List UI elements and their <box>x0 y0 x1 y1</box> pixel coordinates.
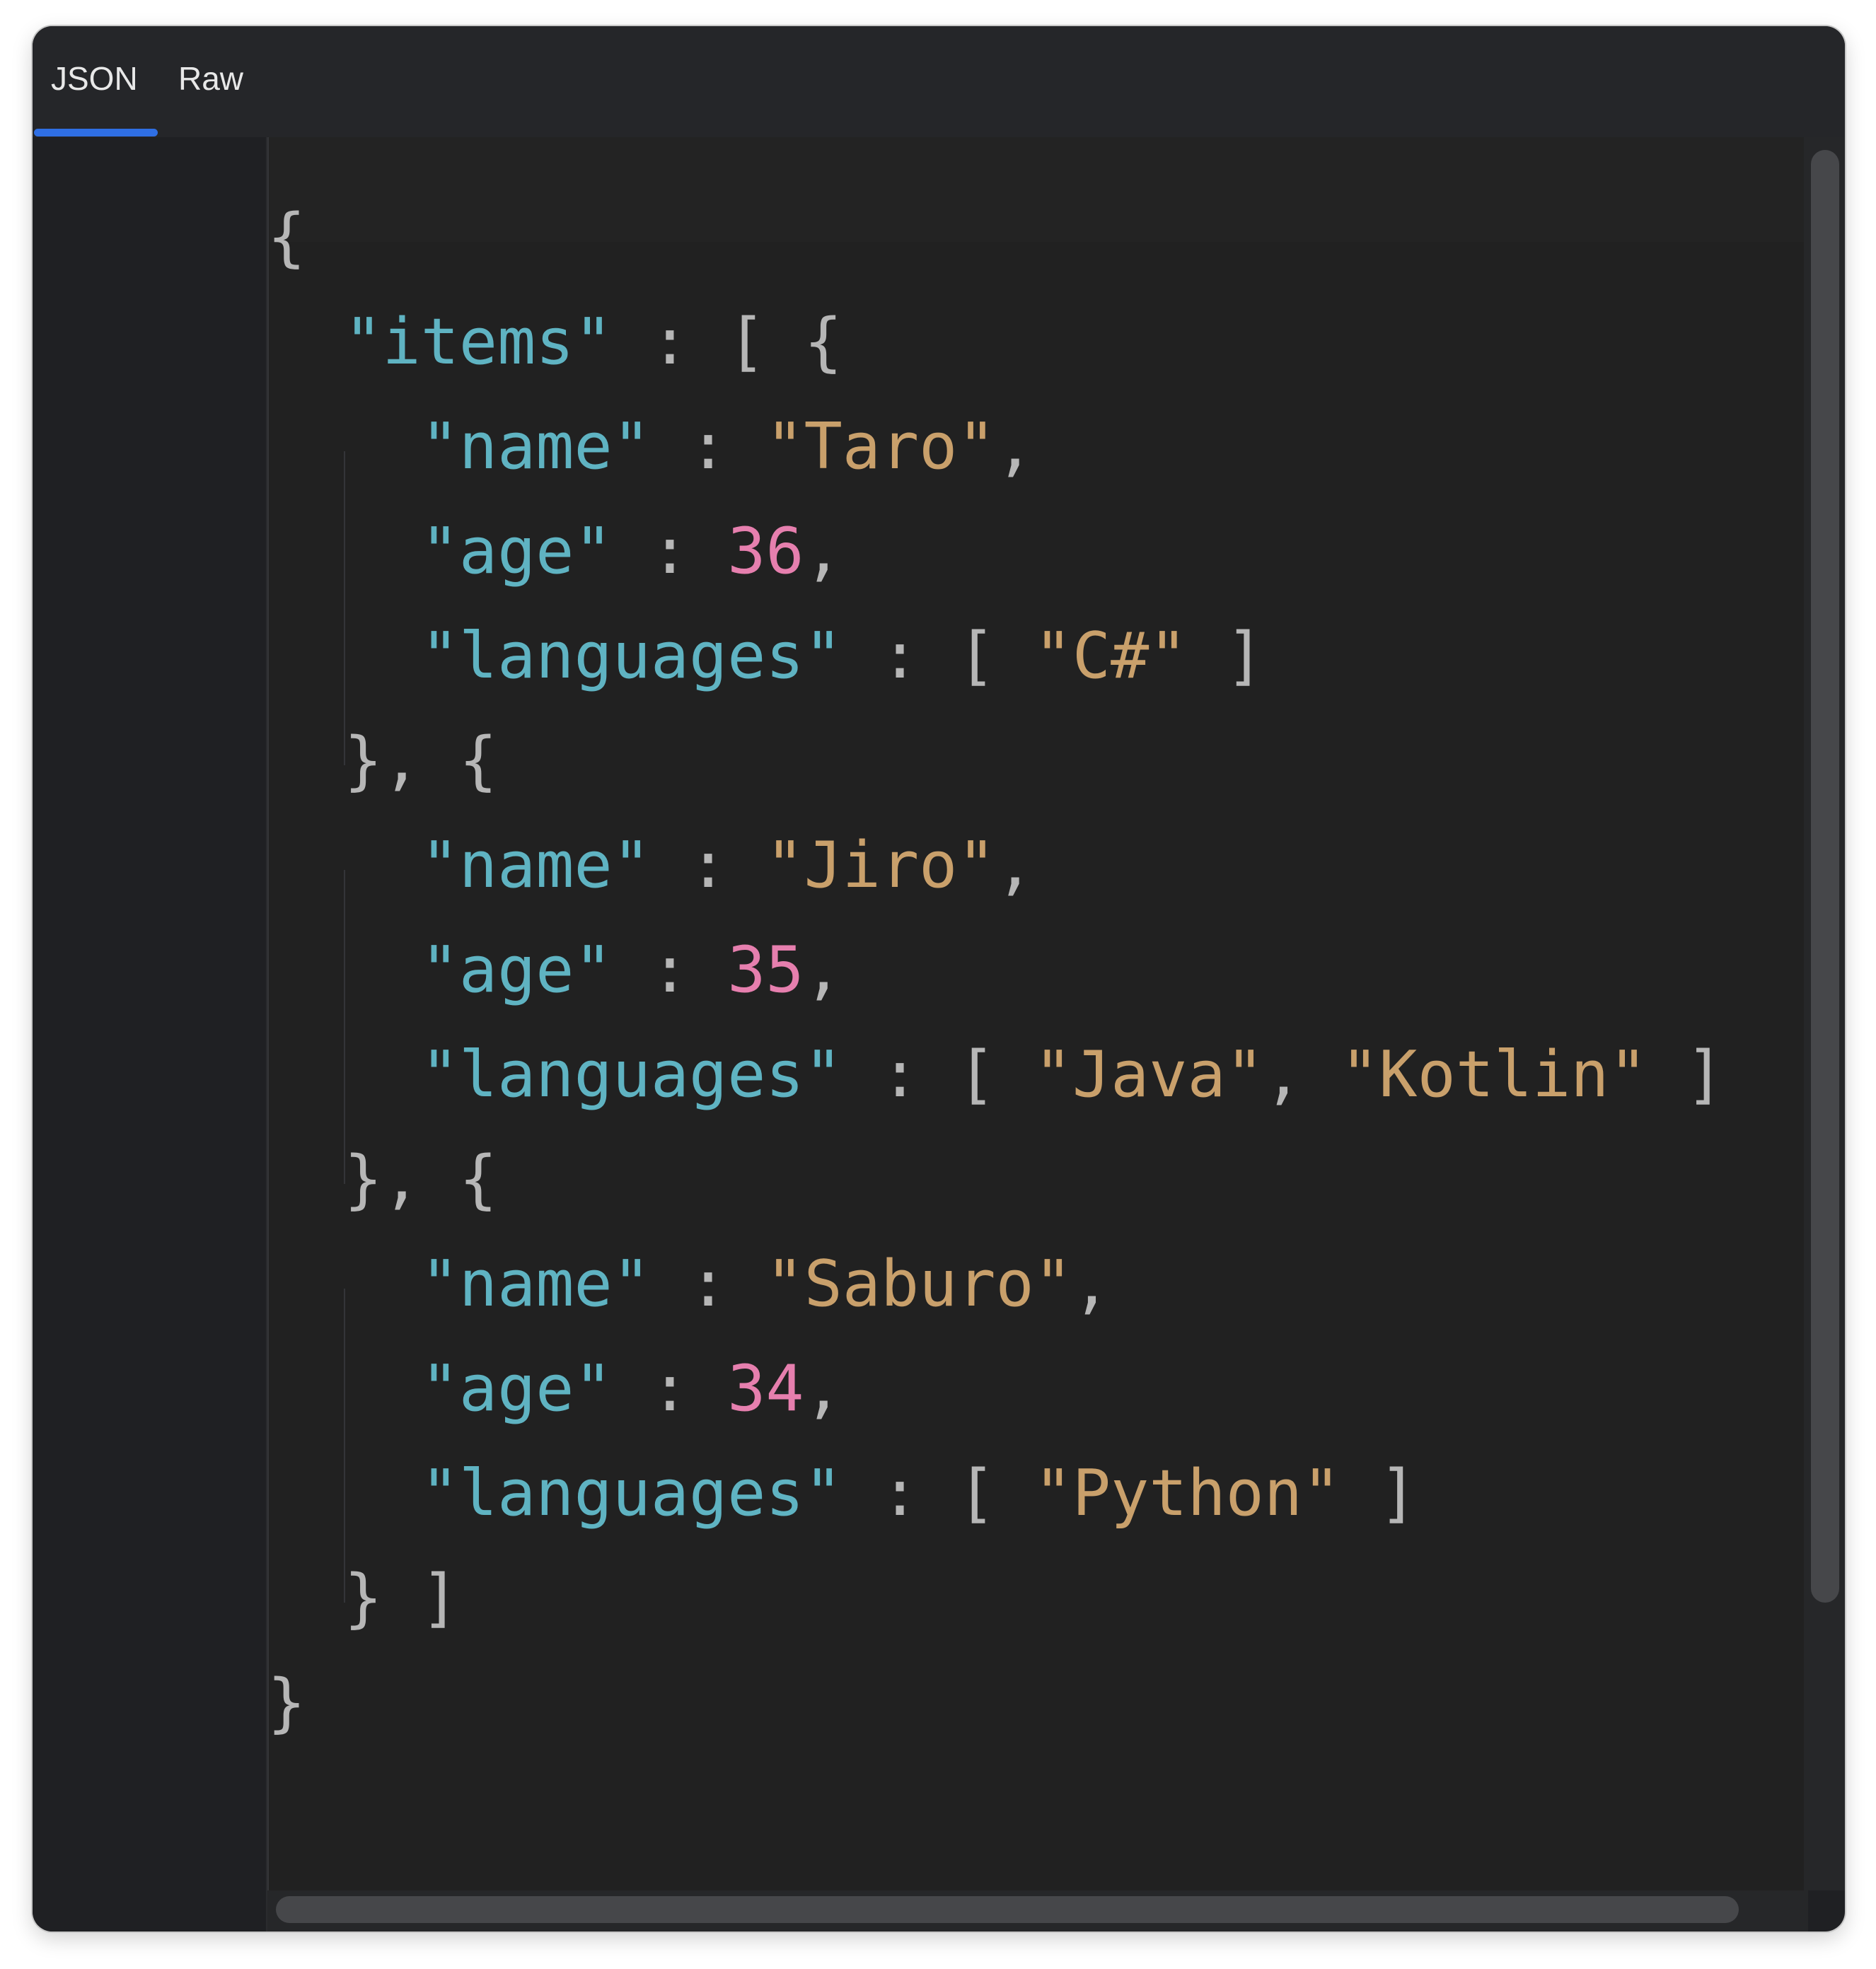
code-line: } ] <box>267 1546 1724 1651</box>
code-line: "age" : 35, <box>267 918 1724 1023</box>
code-line: "name" : "Jiro", <box>267 813 1724 918</box>
json-key: "name" <box>420 410 651 484</box>
tab-json[interactable]: JSON <box>51 57 138 100</box>
tab-bar: JSON Raw <box>33 26 1845 139</box>
json-punctuation: : [ { <box>612 305 843 379</box>
json-punctuation: ] <box>1341 1456 1418 1531</box>
horizontal-scrollbar[interactable] <box>267 1890 1808 1932</box>
json-punctuation: : [ <box>842 619 1034 693</box>
json-punctuation: , <box>995 828 1034 902</box>
json-punctuation: : <box>612 514 728 588</box>
json-punctuation: : <box>650 410 766 484</box>
json-key: "name" <box>420 828 651 902</box>
json-key: "languages" <box>420 1038 843 1112</box>
json-key: "languages" <box>420 619 843 693</box>
horizontal-scrollbar-thumb[interactable] <box>276 1896 1739 1923</box>
json-punctuation: , <box>804 1352 843 1426</box>
json-string-value: "Saburo" <box>765 1247 1072 1321</box>
code-line: }, { <box>267 1127 1724 1232</box>
json-punctuation: , <box>804 933 843 1007</box>
code-line: "languages" : [ "Java", "Kotlin" ] <box>267 1023 1724 1127</box>
vertical-scrollbar[interactable] <box>1804 137 1845 1890</box>
json-punctuation: : [ <box>842 1038 1034 1112</box>
tab-raw[interactable]: Raw <box>178 57 243 100</box>
json-punctuation: ] <box>1187 619 1264 693</box>
code-line: { <box>267 185 1724 290</box>
code-line: }, { <box>267 709 1724 813</box>
json-punctuation: }, { <box>344 724 498 798</box>
json-string-value: "Python" <box>1033 1456 1341 1531</box>
json-punctuation: : <box>612 1352 728 1426</box>
json-code-view: { "items" : [ { "name" : "Taro", "age" :… <box>267 185 1724 1755</box>
code-editor[interactable]: { "items" : [ { "name" : "Taro", "age" :… <box>267 137 1808 1890</box>
line-gutter <box>33 137 267 1932</box>
json-punctuation: , <box>1263 1038 1341 1112</box>
json-number-value: 35 <box>727 933 804 1007</box>
json-key: "age" <box>420 1352 613 1426</box>
json-punctuation: } <box>267 1666 306 1740</box>
code-line: } <box>267 1651 1724 1755</box>
code-line: "age" : 34, <box>267 1337 1724 1441</box>
json-viewer-window: JSON Raw { "items" : [ { "name" : "Taro"… <box>33 26 1845 1932</box>
json-punctuation: } ] <box>344 1561 459 1635</box>
json-punctuation: : <box>612 933 728 1007</box>
json-punctuation: : <box>650 828 766 902</box>
code-line: "name" : "Taro", <box>267 395 1724 499</box>
json-punctuation: : [ <box>842 1456 1034 1531</box>
json-punctuation: }, { <box>344 1142 498 1216</box>
json-string-value: "Taro" <box>765 410 996 484</box>
json-key: "age" <box>420 933 613 1007</box>
json-string-value: "Kotlin" <box>1341 1038 1648 1112</box>
json-key: "name" <box>420 1247 651 1321</box>
json-punctuation: : <box>650 1247 766 1321</box>
json-key: "age" <box>420 514 613 588</box>
json-punctuation: ] <box>1647 1038 1725 1112</box>
json-key: "languages" <box>420 1456 843 1531</box>
code-line: "name" : "Saburo", <box>267 1232 1724 1337</box>
code-line: "items" : [ { <box>267 290 1724 395</box>
json-string-value: "C#" <box>1033 619 1188 693</box>
json-string-value: "Jiro" <box>765 828 996 902</box>
vertical-scrollbar-thumb[interactable] <box>1811 150 1839 1603</box>
json-punctuation: , <box>804 514 843 588</box>
json-punctuation: , <box>995 410 1034 484</box>
json-number-value: 34 <box>727 1352 804 1426</box>
json-string-value: "Java" <box>1033 1038 1264 1112</box>
json-punctuation: { <box>267 200 306 274</box>
json-punctuation: , <box>1072 1247 1111 1321</box>
code-line: "age" : 36, <box>267 499 1724 604</box>
active-tab-indicator <box>34 129 158 137</box>
json-number-value: 36 <box>727 514 804 588</box>
json-key: "items" <box>344 305 613 379</box>
code-line: "languages" : [ "Python" ] <box>267 1441 1724 1546</box>
code-line: "languages" : [ "C#" ] <box>267 604 1724 709</box>
